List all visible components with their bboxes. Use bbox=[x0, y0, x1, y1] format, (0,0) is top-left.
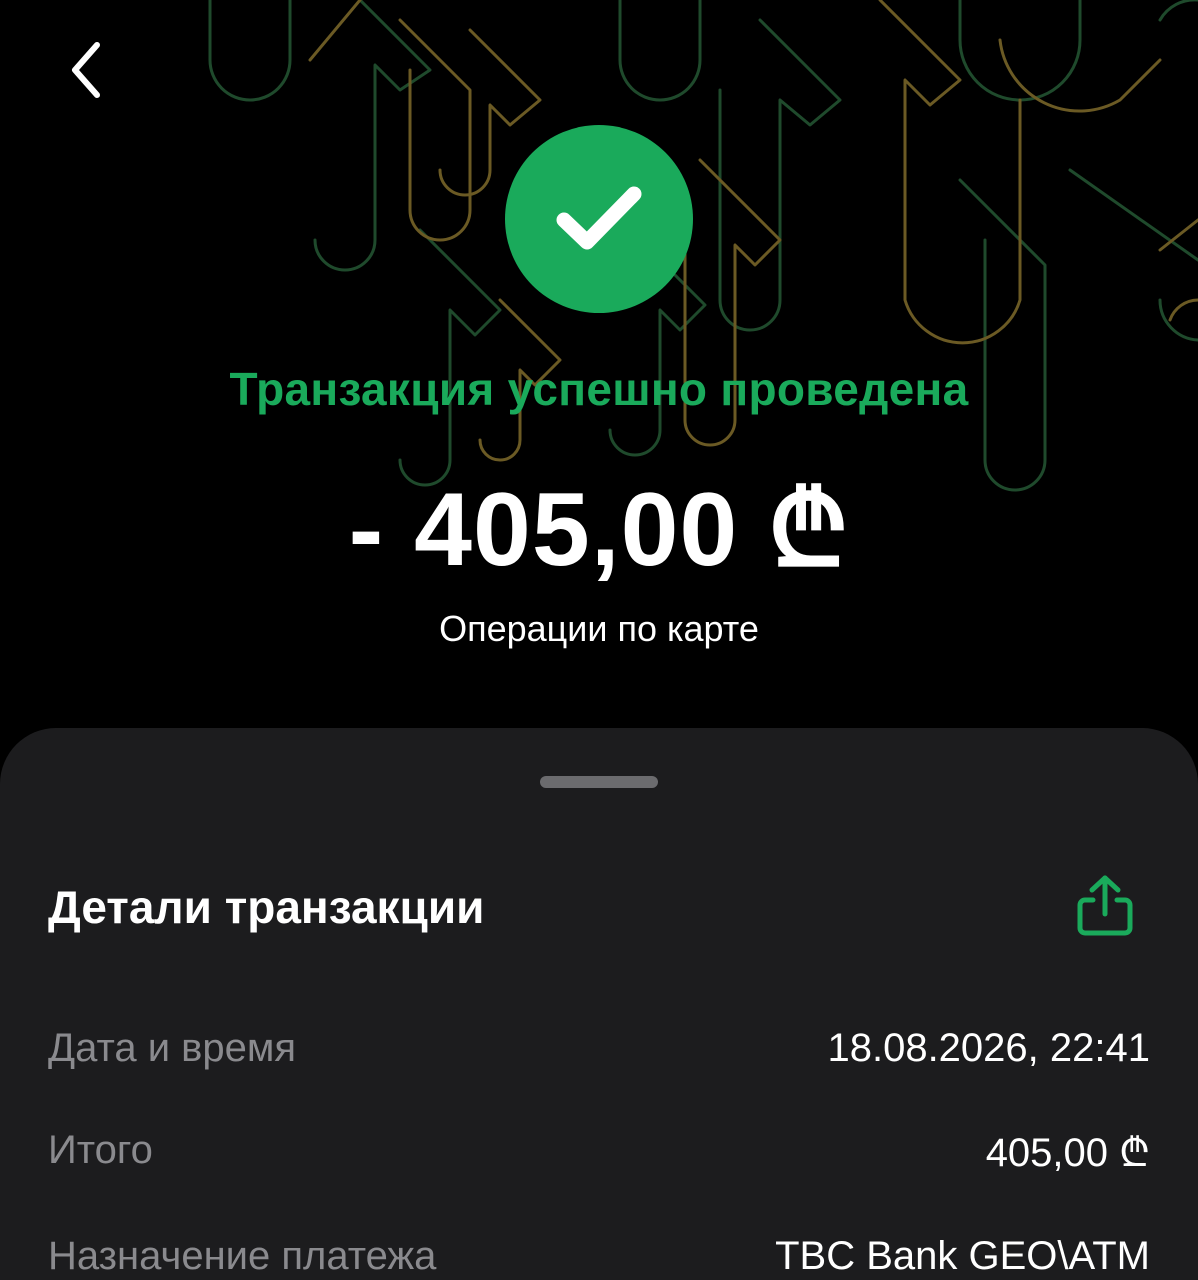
back-button[interactable] bbox=[52, 30, 122, 110]
detail-row-datetime: Дата и время 18.08.2026, 22:41 bbox=[48, 1018, 1150, 1078]
details-title: Детали транзакции bbox=[48, 881, 485, 933]
detail-label: Дата и время bbox=[48, 1025, 297, 1070]
checkmark-icon bbox=[556, 186, 642, 250]
share-icon bbox=[1077, 875, 1133, 936]
transaction-category: Операции по карте bbox=[439, 608, 759, 649]
detail-value: 18.08.2026, 22:41 bbox=[827, 1025, 1150, 1070]
transaction-amount: - 405,00 ₾ bbox=[348, 472, 850, 588]
detail-value: TBC Bank GEO\ATM bbox=[775, 1233, 1150, 1278]
detail-row-purpose: Назначение платежа TBC Bank GEO\ATM bbox=[48, 1226, 1150, 1280]
share-button[interactable] bbox=[1070, 868, 1140, 944]
chevron-left-icon bbox=[72, 42, 100, 98]
details-sheet[interactable]: Детали транзакции Дата и время 18.08.202… bbox=[0, 728, 1198, 1280]
detail-label: Назначение платежа bbox=[48, 1233, 437, 1278]
detail-value: 405,00 ₾ bbox=[985, 1130, 1150, 1175]
status-title: Транзакция успешно проведена bbox=[229, 363, 969, 415]
detail-label: Итого bbox=[48, 1127, 153, 1172]
success-status-badge bbox=[505, 125, 693, 313]
detail-row-total: Итого 405,00 ₾ bbox=[48, 1120, 1150, 1180]
transaction-success-screen: Транзакция успешно проведена - 405,00 ₾ … bbox=[0, 0, 1198, 1280]
drag-handle[interactable] bbox=[540, 776, 658, 788]
